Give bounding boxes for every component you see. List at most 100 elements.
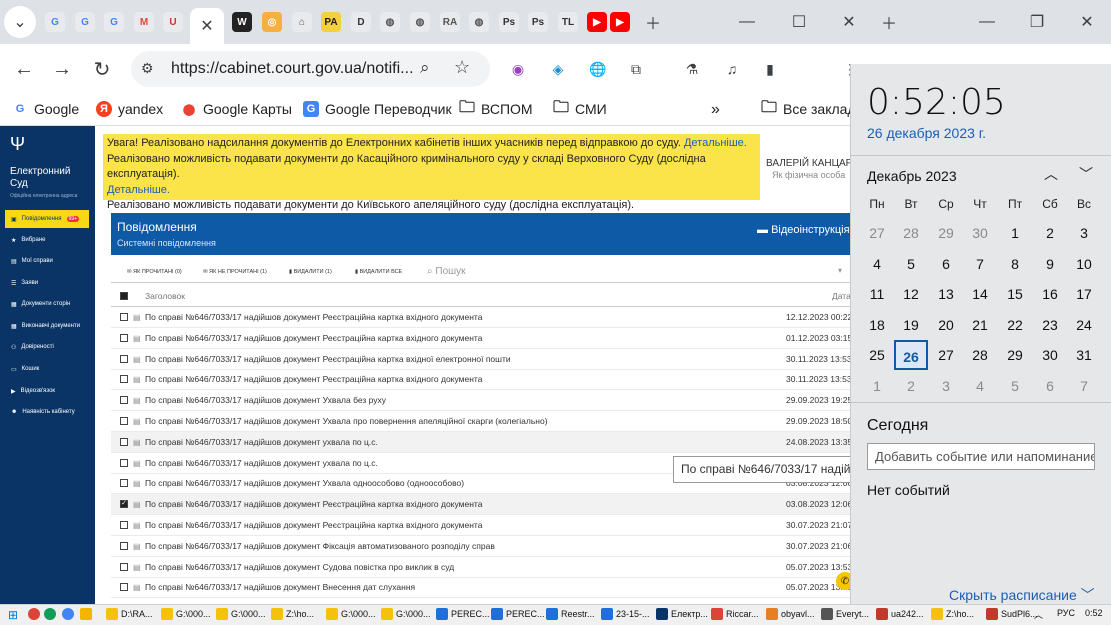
chevron-down-icon[interactable]: ▾ <box>838 266 842 275</box>
new-tab-icon[interactable]: ＋ <box>636 8 670 36</box>
table-row[interactable]: ✓ ▤ По справі №646/7033/17 надійшов докуме… <box>111 494 850 516</box>
row-title[interactable]: По справі №646/7033/17 надійшов документ… <box>145 541 495 551</box>
taskbar-window-button[interactable]: D:\RA... <box>106 608 153 620</box>
calendar-day[interactable]: 22 <box>998 310 1032 340</box>
row-checkbox[interactable] <box>120 417 128 425</box>
calendar-day[interactable]: 16 <box>1033 279 1067 309</box>
chevron-up-icon[interactable]: ︿ <box>1044 164 1058 184</box>
sidebar-item-claims[interactable]: ☰ Заяви <box>5 274 89 292</box>
calendar-day[interactable]: 14 <box>963 279 997 309</box>
url-text[interactable]: https://cabinet.court.gov.ua/notifi... <box>171 60 414 78</box>
calendar-day[interactable]: 20 <box>929 310 963 340</box>
taskbar-window-button[interactable]: obyavl... <box>766 608 815 620</box>
row-checkbox[interactable] <box>120 396 128 405</box>
calendar-day[interactable]: 23 <box>1033 310 1067 340</box>
bookmark-google-translate[interactable]: G Google Переводчик <box>303 101 452 117</box>
app-icon[interactable] <box>80 608 92 620</box>
row-title[interactable]: По справі №646/7033/17 надійшов документ… <box>145 395 386 405</box>
row-title[interactable]: По справі №646/7033/17 надійшов документ… <box>145 582 415 592</box>
wikipedia-tab-icon[interactable]: W <box>232 12 252 32</box>
row-checkbox[interactable] <box>120 521 128 529</box>
table-row[interactable]: ▤ По справі №646/7033/17 надійшов докумен… <box>111 515 850 536</box>
vpn-globe-icon[interactable]: 🌐 <box>588 59 608 79</box>
clock-date[interactable]: 26 декабря 2023 г. <box>867 125 986 141</box>
table-row[interactable]: ▤ По справі №646/7033/17 надійшов докумен… <box>111 307 850 328</box>
calendar-day[interactable]: 17 <box>1067 279 1101 309</box>
details-link[interactable]: Детальніше. <box>684 137 747 149</box>
calendar-day[interactable]: 8 <box>998 249 1032 279</box>
calendar-day[interactable]: 2 <box>894 371 928 401</box>
taskbar-window-button[interactable]: G:\000... <box>161 608 211 620</box>
window-close-icon[interactable]: ✕ <box>1070 8 1104 36</box>
calendar-day[interactable]: 31 <box>1067 340 1101 370</box>
site-tab-icon[interactable]: D <box>351 12 371 32</box>
calendar-day[interactable]: 6 <box>1033 371 1067 401</box>
row-title[interactable]: По справі №646/7033/17 надійшов документ… <box>145 416 548 426</box>
calendar-day[interactable]: 5 <box>998 371 1032 401</box>
site-tab-icon[interactable]: ◎ <box>262 12 282 32</box>
calendar-day[interactable]: 21 <box>963 310 997 340</box>
site-tab-icon[interactable]: ◍ <box>410 12 430 32</box>
sidebar-item-my-cases[interactable]: ▤ Мої справи <box>5 252 89 270</box>
sidebar-item-wallet[interactable]: ▭ Кошик <box>5 360 89 378</box>
sidebar-item-exec-docs[interactable]: ▦ Виконавчі документи <box>5 317 89 335</box>
media-control-icon[interactable]: ♫ <box>722 59 742 79</box>
app-icon[interactable] <box>44 608 56 620</box>
site-tab-icon[interactable]: ◍ <box>469 12 489 32</box>
bookmark-star-icon[interactable]: ☆ <box>454 57 470 78</box>
site-tab-icon[interactable]: ◍ <box>380 12 400 32</box>
calendar-day[interactable]: 29 <box>929 218 963 248</box>
maximize-icon[interactable]: ☐ <box>782 8 816 36</box>
calendar-day[interactable]: 13 <box>929 279 963 309</box>
add-event-input[interactable]: Добавить событие или напоминание <box>867 443 1095 470</box>
taskbar-window-button[interactable]: Z:\ho... <box>271 608 314 620</box>
calendar-day[interactable]: 26 <box>894 340 928 370</box>
google-g-tab-icon[interactable]: G <box>104 12 124 32</box>
table-row[interactable]: ▤ По справі №646/7033/17 надійшов докумен… <box>111 390 850 412</box>
taskbar-clock[interactable]: 0:52 <box>1085 608 1103 618</box>
calendar-day[interactable]: 6 <box>929 249 963 279</box>
calendar-day[interactable]: 9 <box>1033 249 1067 279</box>
side-panel-icon[interactable]: ▮ <box>760 59 780 79</box>
calendar-day[interactable]: 5 <box>894 249 928 279</box>
maximize-icon[interactable]: ❐ <box>1020 8 1054 36</box>
tray-arrow-icon[interactable]: ︿ <box>1034 608 1043 621</box>
calendar-day[interactable]: 27 <box>929 340 963 370</box>
delete-button[interactable]: ▮ ВИДАЛИТИ (1) <box>289 269 332 275</box>
row-checkbox[interactable] <box>120 562 128 571</box>
taskbar-window-button[interactable]: SudPl6... <box>986 608 1038 620</box>
taskbar-window-button[interactable]: PEREC... <box>436 608 490 620</box>
calendar-day[interactable]: 30 <box>963 218 997 248</box>
chrome-icon[interactable] <box>28 608 40 620</box>
calendar-month[interactable]: Декабрь 2023 <box>867 168 957 184</box>
row-checkbox[interactable] <box>120 354 128 363</box>
extensions-puzzle-icon[interactable]: ⧉ <box>626 59 646 79</box>
minimize-icon[interactable]: — <box>730 8 764 36</box>
site-tab-icon[interactable]: RA <box>440 12 460 32</box>
youtube-tab-icon[interactable]: ▶ <box>587 12 607 32</box>
taskbar-window-button[interactable]: Reestr... <box>546 608 595 620</box>
details-link[interactable]: Детальніше. <box>107 183 756 199</box>
new-tab-icon[interactable]: ＋ <box>872 8 906 36</box>
taskbar-window-button[interactable]: Riccar... <box>711 608 759 620</box>
calendar-day[interactable]: 1 <box>998 218 1032 248</box>
bookmark-folder-all[interactable]: 🗀 Все заклад <box>761 99 856 118</box>
taskbar-window-button[interactable]: Z:\ho... <box>931 608 974 620</box>
row-title[interactable]: По справі №646/7033/17 надійшов документ… <box>145 333 482 343</box>
bookmark-folder-vspom[interactable]: 🗀 ВСПОМ <box>459 99 533 118</box>
row-title[interactable]: По справі №646/7033/17 надійшов документ… <box>145 478 464 488</box>
calendar-day[interactable]: 1 <box>860 371 894 401</box>
row-title[interactable]: По справі №646/7033/17 надійшов документ… <box>145 562 454 572</box>
start-windows-icon[interactable]: ⊞ <box>8 608 18 622</box>
bookmark-yandex[interactable]: Яyandex <box>96 101 163 117</box>
address-bar[interactable]: ⚙ https://cabinet.court.gov.ua/notifi...… <box>131 51 490 87</box>
sidebar-item-messages[interactable]: ▣ Повідомлення 99+ <box>5 210 89 228</box>
row-title[interactable]: По справі №646/7033/17 надійшов документ… <box>145 520 482 530</box>
bookmark-folder-smi[interactable]: 🗀 СМИ <box>553 99 607 118</box>
table-row[interactable]: ▤ По справі №646/7033/17 надійшов докумен… <box>111 557 850 578</box>
shazam-icon[interactable]: ◈ <box>548 59 568 79</box>
calendar-day[interactable]: 29 <box>998 340 1032 370</box>
row-title[interactable]: По справі №646/7033/17 надійшов документ… <box>145 312 482 322</box>
app-icon[interactable] <box>62 608 74 620</box>
calendar-day[interactable]: 3 <box>929 371 963 401</box>
